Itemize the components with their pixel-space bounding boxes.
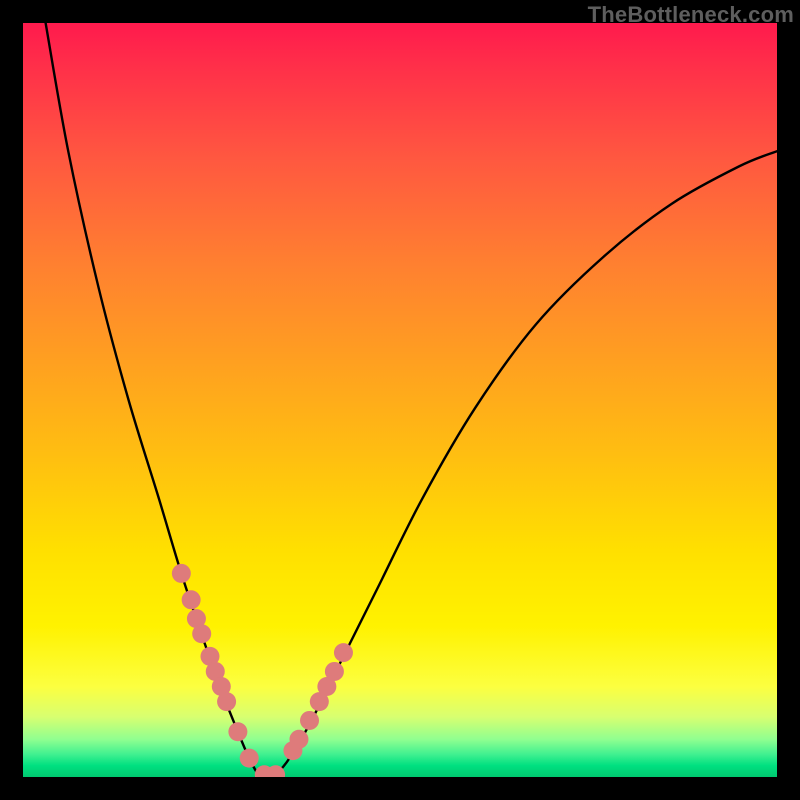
marker-point <box>172 564 191 583</box>
chart-svg <box>23 23 777 777</box>
watermark-text: TheBottleneck.com <box>588 2 794 28</box>
marker-point <box>192 624 211 643</box>
marker-point <box>228 722 247 741</box>
marker-point <box>334 643 353 662</box>
marker-point <box>289 730 308 749</box>
marker-group <box>172 564 353 777</box>
marker-point <box>300 711 319 730</box>
bottleneck-curve-line <box>46 23 777 777</box>
marker-point <box>182 590 201 609</box>
marker-point <box>217 692 236 711</box>
marker-point <box>325 662 344 681</box>
marker-point <box>240 749 259 768</box>
chart-plot-area <box>23 23 777 777</box>
